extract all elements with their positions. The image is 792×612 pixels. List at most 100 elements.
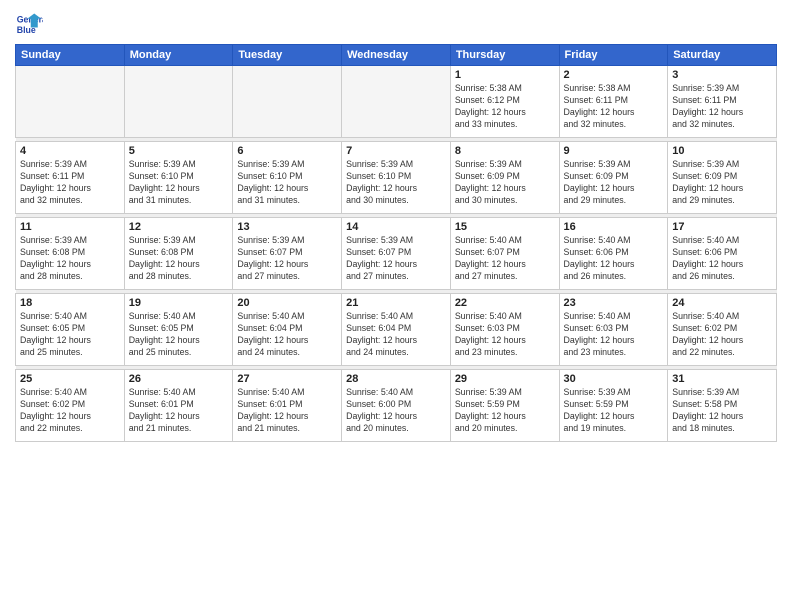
day-number: 12	[129, 221, 229, 233]
day-number: 11	[20, 221, 120, 233]
calendar-week-row: 25Sunrise: 5:40 AM Sunset: 6:02 PM Dayli…	[16, 370, 777, 442]
calendar-day-header: Thursday	[450, 45, 559, 66]
day-number: 7	[346, 145, 446, 157]
day-info: Sunrise: 5:40 AM Sunset: 6:06 PM Dayligh…	[672, 235, 772, 283]
calendar-cell: 18 Sunrise: 5:40 AM Sunset: 6:05 PM Dayli…	[16, 294, 125, 366]
day-info: Sunrise: 5:39 AM Sunset: 6:10 PM Dayligh…	[129, 159, 229, 207]
calendar-week-row: 18 Sunrise: 5:40 AM Sunset: 6:05 PM Dayli…	[16, 294, 777, 366]
day-number: 27	[237, 373, 337, 385]
calendar-cell: 10 Sunrise: 5:39 AM Sunset: 6:09 PM Dayli…	[668, 142, 777, 214]
calendar-cell: 6Sunrise: 5:39 AM Sunset: 6:10 PM Daylig…	[233, 142, 342, 214]
day-number: 22	[455, 297, 555, 309]
day-number: 8	[455, 145, 555, 157]
calendar-day-header: Wednesday	[342, 45, 451, 66]
day-number: 30	[564, 373, 664, 385]
calendar-cell: 28 Sunrise: 5:40 AM Sunset: 6:00 PM Dayli…	[342, 370, 451, 442]
calendar-cell: 1 Sunrise: 5:38 AM Sunset: 6:12 PM Daylig…	[450, 66, 559, 138]
calendar-week-row: 1 Sunrise: 5:38 AM Sunset: 6:12 PM Daylig…	[16, 66, 777, 138]
day-number: 9	[564, 145, 664, 157]
day-info: Sunrise: 5:40 AM Sunset: 6:03 PM Dayligh…	[564, 311, 664, 359]
calendar-cell: 22 Sunrise: 5:40 AM Sunset: 6:03 PM Dayli…	[450, 294, 559, 366]
logo-icon: General Blue	[15, 10, 43, 38]
day-info: Sunrise: 5:40 AM Sunset: 6:01 PM Dayligh…	[129, 387, 229, 435]
day-info: Sunrise: 5:39 AM Sunset: 6:08 PM Dayligh…	[129, 235, 229, 283]
calendar-cell	[233, 66, 342, 138]
calendar-day-header: Friday	[559, 45, 668, 66]
day-info: Sunrise: 5:40 AM Sunset: 6:05 PM Dayligh…	[20, 311, 120, 359]
day-number: 13	[237, 221, 337, 233]
day-number: 20	[237, 297, 337, 309]
day-number: 6	[237, 145, 337, 157]
day-number: 17	[672, 221, 772, 233]
calendar-day-header: Tuesday	[233, 45, 342, 66]
calendar-cell: 25Sunrise: 5:40 AM Sunset: 6:02 PM Dayli…	[16, 370, 125, 442]
day-number: 18	[20, 297, 120, 309]
calendar-cell: 23 Sunrise: 5:40 AM Sunset: 6:03 PM Dayli…	[559, 294, 668, 366]
day-info: Sunrise: 5:39 AM Sunset: 6:07 PM Dayligh…	[346, 235, 446, 283]
day-info: Sunrise: 5:40 AM Sunset: 6:02 PM Dayligh…	[20, 387, 120, 435]
day-number: 2	[564, 69, 664, 81]
day-info: Sunrise: 5:40 AM Sunset: 6:04 PM Dayligh…	[237, 311, 337, 359]
day-number: 4	[20, 145, 120, 157]
calendar-cell: 14 Sunrise: 5:39 AM Sunset: 6:07 PM Dayli…	[342, 218, 451, 290]
day-info: Sunrise: 5:39 AM Sunset: 6:09 PM Dayligh…	[455, 159, 555, 207]
calendar-cell: 29 Sunrise: 5:39 AM Sunset: 5:59 PM Dayli…	[450, 370, 559, 442]
day-number: 3	[672, 69, 772, 81]
day-number: 16	[564, 221, 664, 233]
day-number: 31	[672, 373, 772, 385]
day-number: 10	[672, 145, 772, 157]
calendar-cell: 17 Sunrise: 5:40 AM Sunset: 6:06 PM Dayli…	[668, 218, 777, 290]
day-number: 21	[346, 297, 446, 309]
calendar-day-header: Saturday	[668, 45, 777, 66]
day-number: 23	[564, 297, 664, 309]
day-info: Sunrise: 5:40 AM Sunset: 6:07 PM Dayligh…	[455, 235, 555, 283]
calendar-day-header: Monday	[124, 45, 233, 66]
day-info: Sunrise: 5:40 AM Sunset: 6:05 PM Dayligh…	[129, 311, 229, 359]
day-info: Sunrise: 5:39 AM Sunset: 6:10 PM Dayligh…	[346, 159, 446, 207]
day-info: Sunrise: 5:39 AM Sunset: 6:11 PM Dayligh…	[672, 83, 772, 131]
header: General Blue	[15, 10, 777, 38]
calendar-cell: 2 Sunrise: 5:38 AM Sunset: 6:11 PM Daylig…	[559, 66, 668, 138]
day-info: Sunrise: 5:38 AM Sunset: 6:11 PM Dayligh…	[564, 83, 664, 131]
svg-text:General: General	[17, 14, 43, 24]
calendar-cell: 31 Sunrise: 5:39 AM Sunset: 5:58 PM Dayli…	[668, 370, 777, 442]
calendar-cell: 3 Sunrise: 5:39 AM Sunset: 6:11 PM Daylig…	[668, 66, 777, 138]
day-info: Sunrise: 5:40 AM Sunset: 6:03 PM Dayligh…	[455, 311, 555, 359]
day-number: 14	[346, 221, 446, 233]
logo: General Blue	[15, 10, 47, 38]
day-number: 19	[129, 297, 229, 309]
day-info: Sunrise: 5:39 AM Sunset: 5:59 PM Dayligh…	[455, 387, 555, 435]
calendar-cell	[342, 66, 451, 138]
page: General Blue SundayMondayTuesdayWednesda…	[0, 0, 792, 612]
calendar-cell: 27Sunrise: 5:40 AM Sunset: 6:01 PM Dayli…	[233, 370, 342, 442]
day-info: Sunrise: 5:39 AM Sunset: 6:08 PM Dayligh…	[20, 235, 120, 283]
calendar-cell: 13 Sunrise: 5:39 AM Sunset: 6:07 PM Dayli…	[233, 218, 342, 290]
day-number: 26	[129, 373, 229, 385]
day-number: 5	[129, 145, 229, 157]
calendar-cell: 16 Sunrise: 5:40 AM Sunset: 6:06 PM Dayli…	[559, 218, 668, 290]
calendar-cell: 4 Sunrise: 5:39 AM Sunset: 6:11 PM Daylig…	[16, 142, 125, 214]
calendar-table: SundayMondayTuesdayWednesdayThursdayFrid…	[15, 44, 777, 442]
day-info: Sunrise: 5:39 AM Sunset: 5:58 PM Dayligh…	[672, 387, 772, 435]
day-info: Sunrise: 5:40 AM Sunset: 6:00 PM Dayligh…	[346, 387, 446, 435]
calendar-week-row: 11 Sunrise: 5:39 AM Sunset: 6:08 PM Dayli…	[16, 218, 777, 290]
day-number: 15	[455, 221, 555, 233]
calendar-cell: 5 Sunrise: 5:39 AM Sunset: 6:10 PM Daylig…	[124, 142, 233, 214]
day-number: 1	[455, 69, 555, 81]
calendar-cell: 19 Sunrise: 5:40 AM Sunset: 6:05 PM Dayli…	[124, 294, 233, 366]
calendar-cell: 26 Sunrise: 5:40 AM Sunset: 6:01 PM Dayli…	[124, 370, 233, 442]
day-info: Sunrise: 5:40 AM Sunset: 6:04 PM Dayligh…	[346, 311, 446, 359]
day-info: Sunrise: 5:38 AM Sunset: 6:12 PM Dayligh…	[455, 83, 555, 131]
day-info: Sunrise: 5:40 AM Sunset: 6:02 PM Dayligh…	[672, 311, 772, 359]
calendar-cell: 7 Sunrise: 5:39 AM Sunset: 6:10 PM Daylig…	[342, 142, 451, 214]
calendar-cell: 12 Sunrise: 5:39 AM Sunset: 6:08 PM Dayli…	[124, 218, 233, 290]
calendar-cell: 24Sunrise: 5:40 AM Sunset: 6:02 PM Dayli…	[668, 294, 777, 366]
day-info: Sunrise: 5:40 AM Sunset: 6:06 PM Dayligh…	[564, 235, 664, 283]
day-info: Sunrise: 5:39 AM Sunset: 6:11 PM Dayligh…	[20, 159, 120, 207]
day-number: 28	[346, 373, 446, 385]
day-number: 29	[455, 373, 555, 385]
day-info: Sunrise: 5:39 AM Sunset: 6:09 PM Dayligh…	[564, 159, 664, 207]
calendar-cell: 9 Sunrise: 5:39 AM Sunset: 6:09 PM Daylig…	[559, 142, 668, 214]
day-info: Sunrise: 5:39 AM Sunset: 6:07 PM Dayligh…	[237, 235, 337, 283]
day-info: Sunrise: 5:39 AM Sunset: 6:09 PM Dayligh…	[672, 159, 772, 207]
